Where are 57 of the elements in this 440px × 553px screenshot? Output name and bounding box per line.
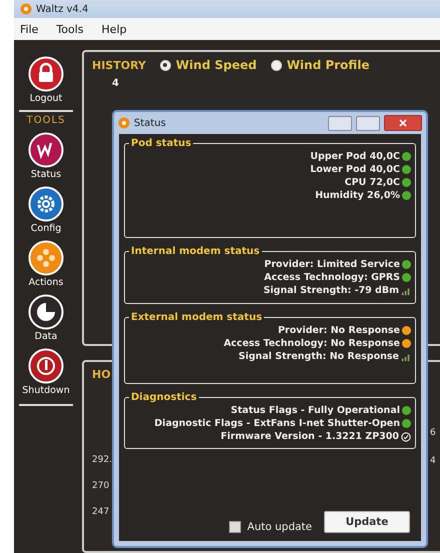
waveform-icon	[28, 132, 64, 168]
panel-title: HISTORY	[92, 58, 146, 72]
logout-button[interactable]: Logout	[28, 56, 64, 104]
radio-option[interactable]: Wind Speed	[160, 58, 257, 72]
auto-update-checkbox[interactable]: Auto update	[229, 521, 312, 533]
tool-button[interactable]: Config	[28, 186, 64, 234]
axis-label: 292.	[92, 455, 114, 465]
group-title: Diagnostics	[130, 392, 198, 403]
status-text: Provider: Limited Service	[264, 259, 400, 270]
axis-label: 4	[111, 78, 120, 89]
radio-button[interactable]	[160, 60, 171, 70]
app-icon	[118, 117, 130, 129]
radio-button[interactable]	[270, 60, 282, 70]
close-icon	[399, 119, 407, 127]
panel-title: HO	[92, 368, 112, 381]
axis-label: 270	[92, 481, 110, 491]
signal-strength-icon	[401, 352, 411, 362]
axis-label: 247	[92, 507, 110, 517]
tool-button[interactable]: Data	[28, 294, 64, 342]
dots-icon	[28, 240, 64, 276]
axis-label: 6	[430, 428, 436, 438]
pie-icon	[28, 294, 64, 330]
status-text: Upper Pod 40,0C	[310, 151, 400, 162]
menu-item[interactable]: Help	[102, 22, 127, 36]
minimize-button[interactable]	[328, 116, 352, 130]
tool-button[interactable]: Status	[28, 132, 64, 180]
menu-item[interactable]: Tools	[56, 22, 84, 36]
axis-label: 4	[430, 456, 436, 466]
window-title: Waltz v4.4	[36, 4, 88, 14]
status-text: Access Technology: No Response	[224, 338, 400, 349]
status-text: Status Flags - Fully Operational	[230, 405, 400, 416]
status-text: Diagnostic Flags - ExtFans I-net Shutter-Open	[154, 418, 400, 429]
signal-strength-icon	[401, 286, 411, 296]
check-icon	[401, 432, 411, 442]
status-text: Lower Pod 40,0C	[310, 164, 400, 175]
status-text: Firmware Version - 1.3221 ZP300	[220, 431, 399, 442]
status-text: Provider: No Response	[278, 325, 400, 336]
close-button[interactable]	[384, 115, 422, 131]
radio-option[interactable]: Wind Profile	[270, 58, 370, 72]
tool-button[interactable]: Actions	[28, 240, 64, 288]
maximize-button[interactable]	[356, 116, 380, 130]
status-text: Access Technology: GPRS	[264, 272, 400, 283]
status-text: Humidity 26,0%	[315, 190, 400, 201]
group-title: Pod status	[130, 138, 192, 149]
dialog-title: Status	[134, 118, 167, 128]
tool-button[interactable]: Shutdown	[22, 348, 70, 396]
status-text: CPU 72,0C	[344, 177, 400, 188]
status-text: Signal Strength: No Response	[238, 351, 399, 362]
group-title: Internal modem status	[130, 246, 261, 257]
power-icon	[28, 348, 64, 384]
update-button[interactable]: Update	[324, 511, 410, 533]
status-text: Signal Strength: -79 dBm	[263, 285, 399, 296]
group-title: External modem status	[130, 312, 264, 323]
app-icon	[20, 3, 32, 15]
gear-icon	[28, 186, 64, 222]
lock-icon	[28, 56, 64, 92]
menu-item[interactable]: File	[20, 22, 38, 36]
